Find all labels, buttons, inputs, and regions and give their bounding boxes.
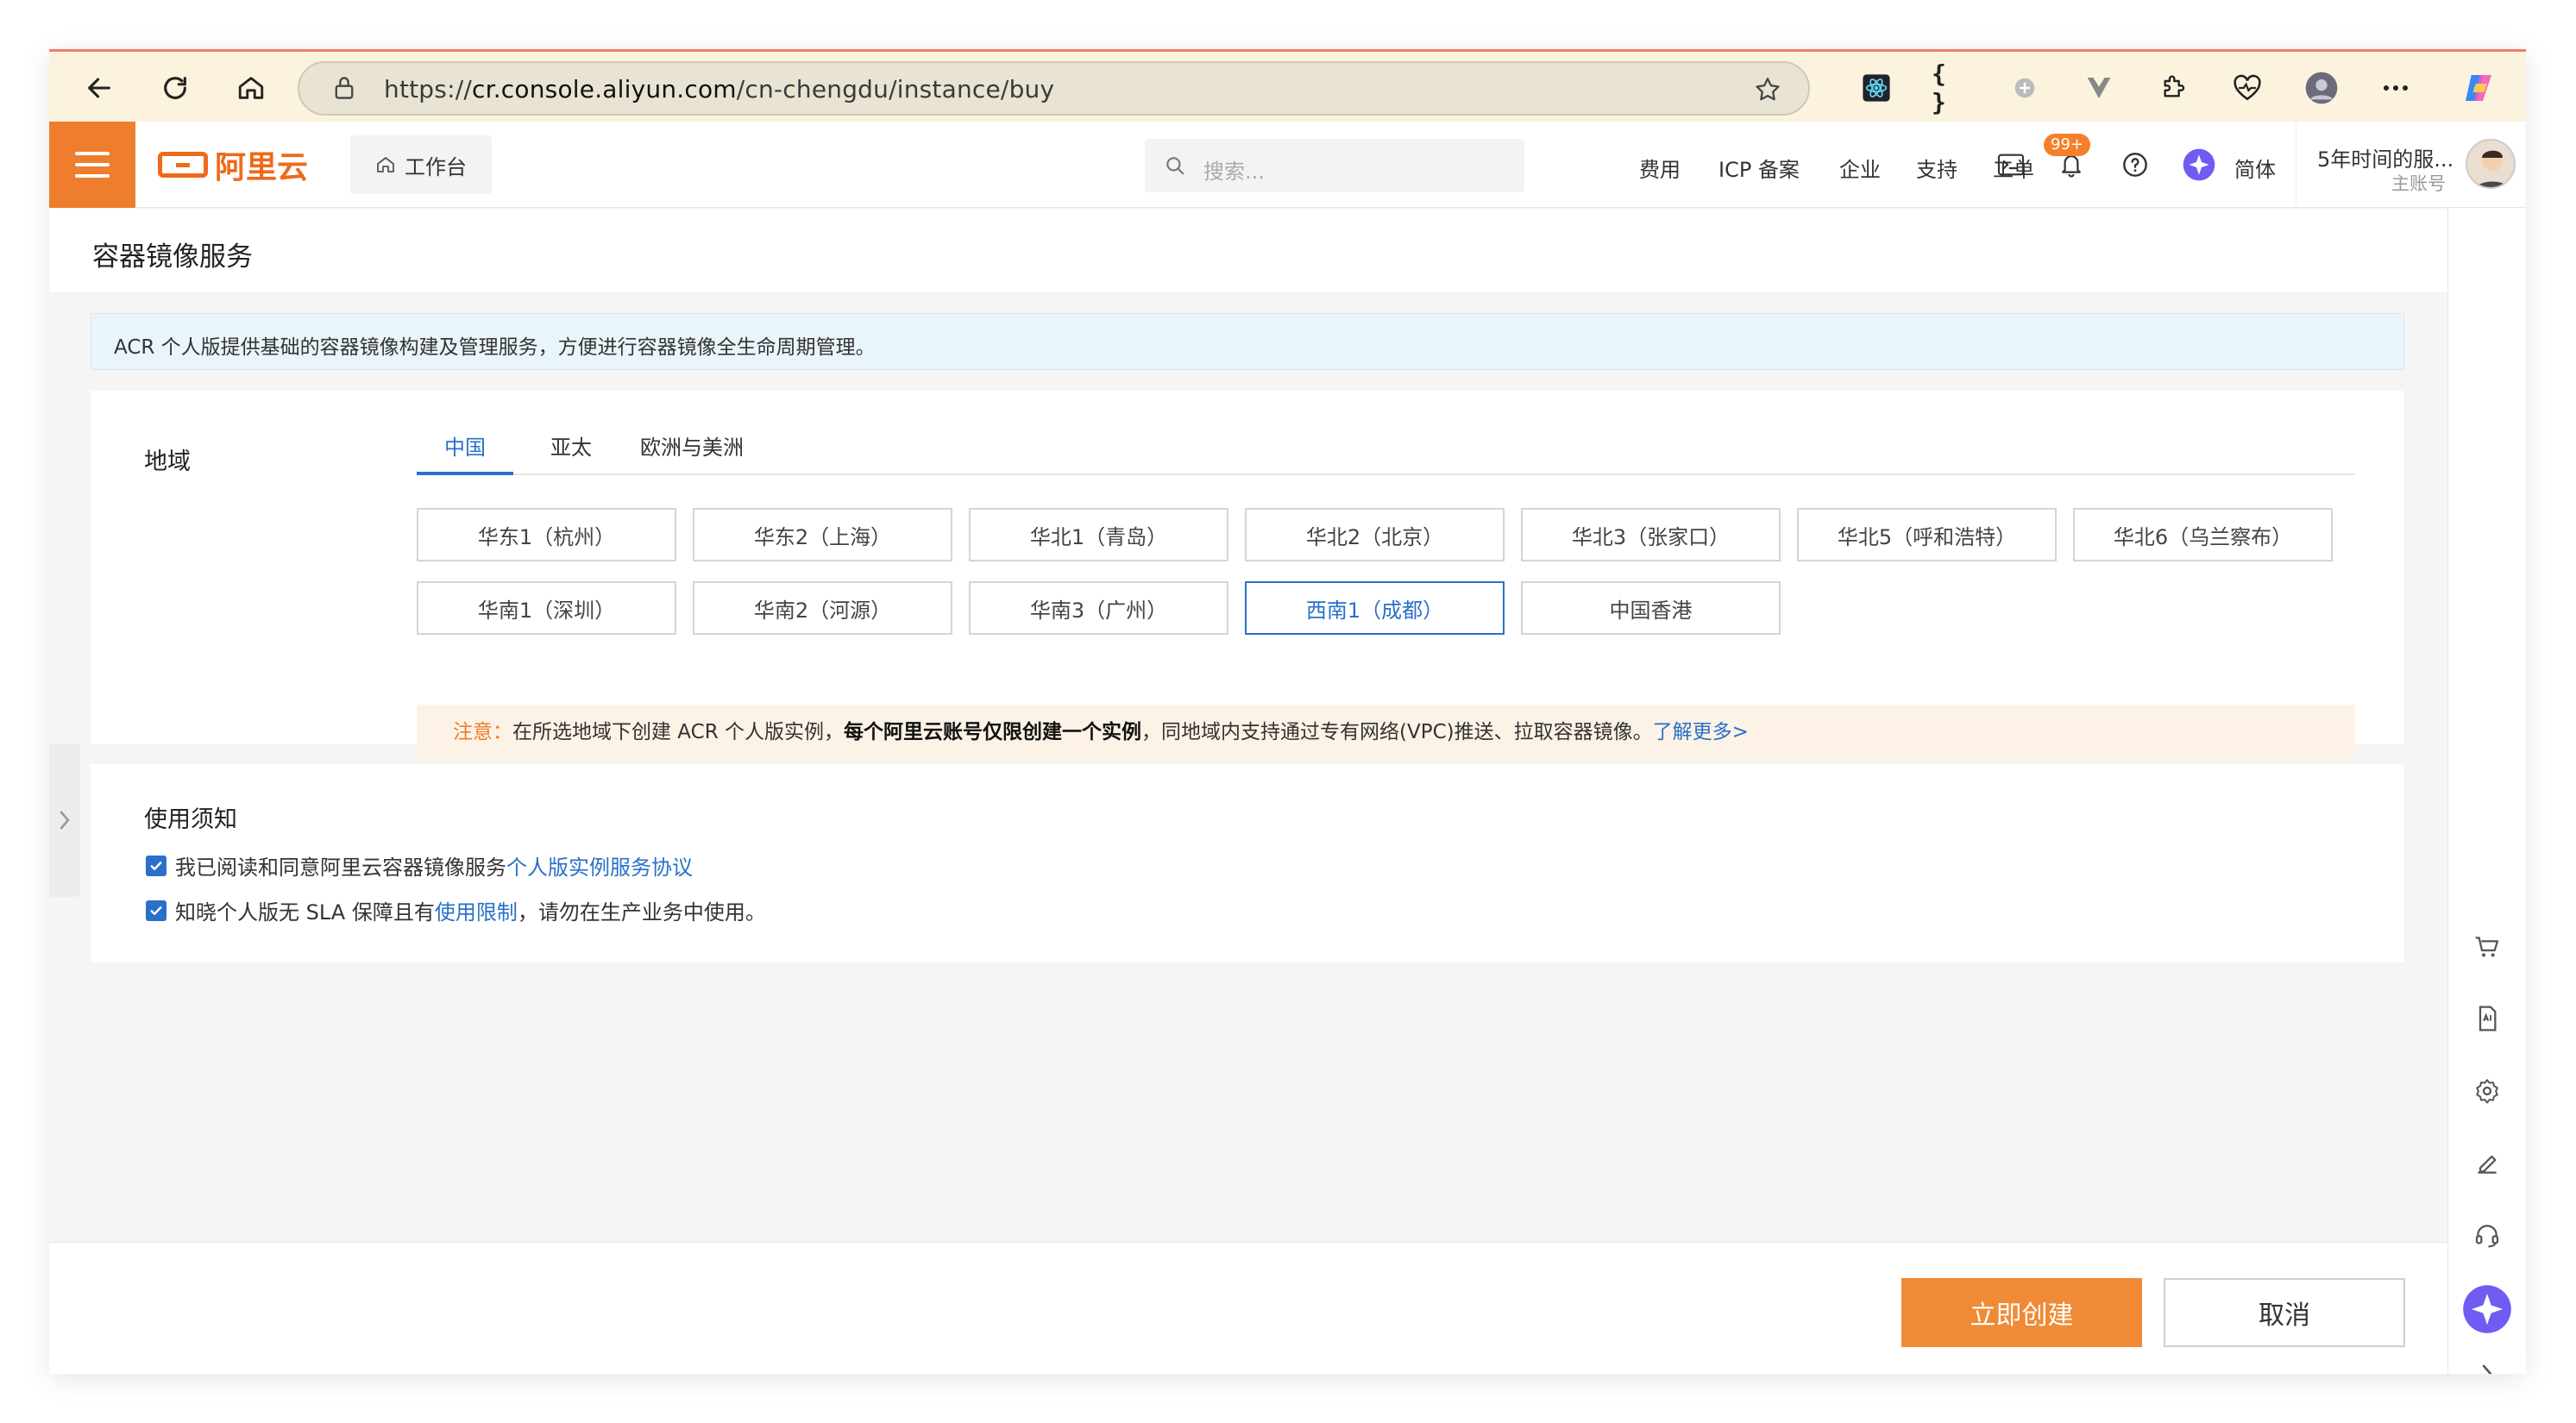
more-menu-icon[interactable] <box>2377 69 2415 107</box>
extensions-puzzle-icon[interactable] <box>2154 69 2192 107</box>
api-docs-icon[interactable] <box>2467 999 2507 1038</box>
nav-icp-filing[interactable]: ICP 备案 <box>1718 153 1800 183</box>
nav-enterprise[interactable]: 企业 <box>1839 153 1881 183</box>
aliyun-logo[interactable]: 阿里云 <box>158 146 308 185</box>
region-option-cn-guangzhou[interactable]: 华南3（广州） <box>969 581 1228 635</box>
avatar[interactable] <box>2466 139 2516 189</box>
region-tabs: 中国 亚太 欧洲与美洲 <box>417 434 2355 475</box>
region-warning: 注意：在所选地域下创建 ACR 个人版实例，每个阿里云账号仅限创建一个实例，同地… <box>417 705 2355 760</box>
settings-gear-icon[interactable] <box>2467 1071 2507 1111</box>
warning-label: 注意： <box>453 721 512 743</box>
vue-devtools-icon[interactable] <box>2080 69 2118 107</box>
address-bar[interactable]: https://cr.console.aliyun.com/cn-chengdu… <box>298 61 1810 116</box>
browser-window: https://cr.console.aliyun.com/cn-chengdu… <box>49 49 2526 1374</box>
region-option-cn-heyuan[interactable]: 华南2（河源） <box>693 581 952 635</box>
sla-checkbox-row: 知晓个人版无 SLA 保障且有使用限制，请勿在生产业务中使用。 <box>146 895 766 925</box>
sidebar-expand-handle[interactable] <box>49 743 80 897</box>
create-now-button[interactable]: 立即创建 <box>1901 1278 2142 1347</box>
sla-checkbox[interactable] <box>146 900 166 921</box>
region-option-cn-zhangjiakou[interactable]: 华北3（张家口） <box>1521 508 1781 561</box>
page-title: 容器镜像服务 <box>92 241 253 273</box>
region-option-cn-huhehaote[interactable]: 华北5（呼和浩特） <box>1797 508 2057 561</box>
service-agreement-link[interactable]: 个人版实例服务协议 <box>506 856 693 880</box>
agreement-checkbox-row: 我已阅读和同意阿里云容器镜像服务个人版实例服务协议 <box>146 850 693 881</box>
account-menu[interactable]: 5年时间的服... 主账号 <box>2296 122 2526 208</box>
region-option-cn-qingdao[interactable]: 华北1（青岛） <box>969 508 1228 561</box>
hamburger-menu-icon[interactable] <box>49 122 135 208</box>
region-option-cn-hongkong[interactable]: 中国香港 <box>1521 581 1781 635</box>
performance-icon[interactable] <box>2228 69 2266 107</box>
cart-icon[interactable] <box>2467 927 2507 967</box>
extension-gray-icon[interactable] <box>2006 69 2044 107</box>
tab-asia-pacific[interactable]: 亚太 <box>532 434 610 475</box>
warning-text-2: ，同地域内支持通过专有网络(VPC)推送、拉取容器镜像。 <box>1141 721 1653 743</box>
account-name: 5年时间的服... <box>2317 147 2454 172</box>
info-notice-text: ACR 个人版提供基础的容器镜像构建及管理服务，方便进行容器镜像全生命周期管理。 <box>114 336 876 359</box>
region-option-cn-hangzhou[interactable]: 华东1（杭州） <box>417 508 676 561</box>
warning-text: 在所选地域下创建 ACR 个人版实例， <box>512 721 844 743</box>
sla-text-2: ，请勿在生产业务中使用。 <box>517 900 766 925</box>
sla-text: 知晓个人版无 SLA 保障且有 <box>175 900 435 925</box>
terms-card: 使用须知 我已阅读和同意阿里云容器镜像服务个人版实例服务协议 知晓个人版无 SL… <box>91 764 2404 962</box>
page-header: 容器镜像服务 <box>49 209 2447 292</box>
region-card: 地域 中国 亚太 欧洲与美洲 华东1（杭州） 华东2（上海） 华北1（青岛） 华… <box>91 391 2404 760</box>
info-notice: ACR 个人版提供基础的容器镜像构建及管理服务，方便进行容器镜像全生命周期管理。 <box>91 313 2404 370</box>
agreement-checkbox[interactable] <box>146 855 166 876</box>
nav-support[interactable]: 支持 <box>1916 153 1957 183</box>
learn-more-link[interactable]: 了解更多> <box>1653 721 1749 743</box>
workbench-button[interactable]: 工作台 <box>350 135 492 194</box>
region-option-cn-beijing[interactable]: 华北2（北京） <box>1245 508 1505 561</box>
expand-toolbar-chevron-icon[interactable] <box>2467 1354 2507 1374</box>
region-option-cn-chengdu[interactable]: 西南1（成都） <box>1245 581 1505 635</box>
warning-emphasis: 每个阿里云账号仅限创建一个实例 <box>844 721 1141 743</box>
region-option-cn-shenzhen[interactable]: 华南1（深圳） <box>417 581 676 635</box>
agreement-text: 我已阅读和同意阿里云容器镜像服务 <box>175 856 506 880</box>
home-icon[interactable] <box>232 69 270 107</box>
region-option-cn-shanghai[interactable]: 华东2（上海） <box>693 508 952 561</box>
workbench-label: 工作台 <box>405 154 467 179</box>
bookmark-star-icon[interactable] <box>1753 75 1782 108</box>
search-placeholder: 搜索... <box>1203 160 1265 184</box>
home-icon <box>377 157 394 172</box>
tab-china[interactable]: 中国 <box>417 434 513 475</box>
account-role: 主账号 <box>2391 173 2446 194</box>
notification-badge: 99+ <box>2044 134 2090 156</box>
right-toolbar <box>2447 208 2526 1374</box>
region-label: 地域 <box>144 448 191 475</box>
tab-europe-america[interactable]: 欧洲与美洲 <box>627 434 757 475</box>
react-devtools-icon[interactable] <box>1857 69 1895 107</box>
terminal-icon[interactable] <box>1994 147 2028 182</box>
cancel-button[interactable]: 取消 <box>2164 1278 2405 1347</box>
usage-limit-link[interactable]: 使用限制 <box>435 900 518 925</box>
footer-actions: 立即创建 取消 <box>49 1242 2447 1374</box>
language-switch[interactable]: 简体 <box>2234 153 2276 183</box>
customer-service-headset-icon[interactable] <box>2467 1215 2507 1255</box>
lock-icon <box>332 75 356 104</box>
back-icon[interactable] <box>80 69 118 107</box>
profile-avatar-icon[interactable] <box>2303 69 2340 107</box>
chevron-right-icon <box>60 811 70 830</box>
aliyun-logo-mark <box>158 152 208 178</box>
url-text: https://cr.console.aliyun.com/cn-chengdu… <box>384 75 1055 103</box>
edit-pen-icon[interactable] <box>2467 1144 2507 1183</box>
console-header: 阿里云 工作台 搜索... 费用 ICP 备案 企业 支持 工单 99+ 简体 … <box>49 122 2526 208</box>
nav-billing[interactable]: 费用 <box>1639 153 1681 183</box>
console-search-input[interactable]: 搜索... <box>1145 139 1524 192</box>
search-icon <box>1164 154 1186 180</box>
reload-icon[interactable] <box>156 69 194 107</box>
region-option-cn-wulanchabu[interactable]: 华北6（乌兰察布） <box>2073 508 2333 561</box>
json-viewer-icon[interactable]: { } <box>1932 60 1970 116</box>
ai-assistant-float-icon[interactable] <box>2462 1284 2512 1334</box>
terms-title: 使用须知 <box>144 806 237 833</box>
help-icon[interactable] <box>2118 147 2152 182</box>
copilot-icon[interactable] <box>2460 69 2497 107</box>
browser-toolbar: https://cr.console.aliyun.com/cn-chengdu… <box>49 49 2526 122</box>
ai-assistant-icon[interactable] <box>2182 147 2216 182</box>
